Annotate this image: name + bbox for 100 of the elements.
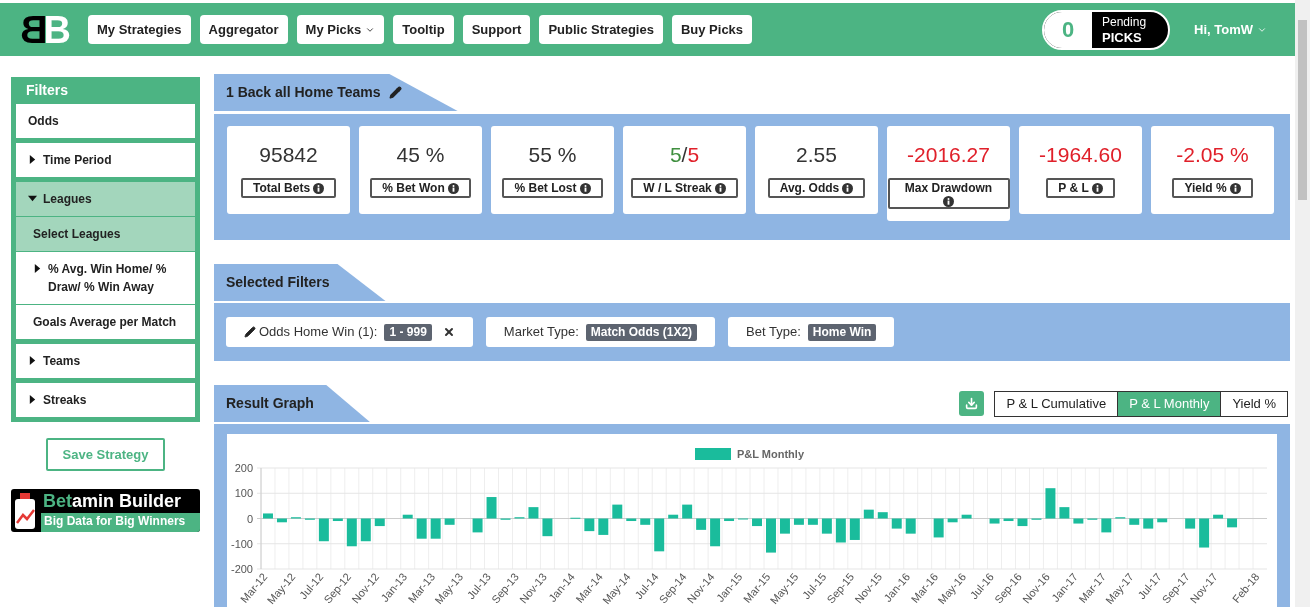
nav-button[interactable]: My Picks — [296, 15, 385, 44]
chart-bar — [849, 518, 860, 540]
chart-bar — [542, 518, 553, 537]
chart-bar — [779, 518, 790, 534]
stat-label[interactable]: P & L — [1046, 178, 1115, 198]
nav-button[interactable]: Public Strategies — [539, 15, 663, 44]
chart-bar — [276, 518, 287, 523]
download-icon — [965, 397, 979, 410]
filter-item[interactable]: Odds — [16, 104, 195, 138]
edit-icon[interactable] — [244, 326, 256, 338]
chart-bar — [835, 518, 846, 543]
filter-item[interactable]: % Avg. Win Home/ % Draw/ % Win Away — [16, 251, 195, 304]
logo[interactable]: BB — [20, 10, 76, 49]
chart-legend[interactable]: P&L Monthly — [695, 448, 804, 460]
chart-bar — [947, 518, 958, 523]
chart-bar — [710, 518, 721, 547]
filter-item[interactable]: Goals Average per Match — [16, 304, 195, 339]
y-axis-label: 100 — [234, 487, 253, 500]
stat-label[interactable]: % Bet Won — [370, 178, 471, 198]
nav-button[interactable]: My Strategies — [88, 15, 191, 44]
info-icon — [714, 182, 726, 194]
filter-label: Odds Home Win (1): — [259, 323, 378, 342]
scrollbar[interactable] — [1295, 0, 1310, 607]
stat-value: 2.55 — [796, 142, 837, 168]
chart-bar — [626, 518, 637, 522]
download-button[interactable] — [959, 391, 985, 416]
chart-bar — [486, 497, 497, 519]
chart-bar — [905, 518, 916, 534]
y-axis-label: -100 — [230, 537, 253, 550]
chart-bar — [598, 518, 609, 535]
filter-chip[interactable]: Odds Home Win (1): 1 - 999 — [226, 317, 473, 347]
caret-right-icon — [28, 395, 37, 404]
y-axis-label: -200 — [230, 563, 253, 575]
chart-bar — [654, 518, 665, 552]
info-icon — [1229, 182, 1241, 194]
info-icon — [447, 182, 459, 194]
stat-value: 95842 — [259, 142, 318, 168]
stat-value: -2016.27 — [907, 142, 990, 168]
info-icon — [579, 182, 591, 194]
chart-bar — [332, 518, 343, 522]
stat-value: -2.05 % — [1176, 142, 1249, 168]
nav-button[interactable]: Aggregator — [199, 15, 288, 44]
chart-bar — [360, 518, 371, 542]
chart-bar — [402, 514, 413, 519]
chart-bar — [807, 518, 818, 525]
stat-value: 5/5 — [669, 142, 700, 168]
chart-bar — [346, 518, 357, 547]
pending-picks-button[interactable]: 0 Pending PICKS — [1042, 9, 1170, 50]
close-icon[interactable] — [442, 326, 455, 338]
chart-bar — [877, 512, 888, 519]
stat-value: 55 % — [528, 142, 577, 168]
legend-label: P&L Monthly — [737, 448, 805, 460]
filter-item[interactable]: Leagues — [16, 182, 195, 216]
nav-button[interactable]: Support — [462, 15, 531, 44]
chart-bar — [724, 518, 735, 522]
chart-bar — [318, 518, 329, 542]
stat-label[interactable]: Total Bets — [240, 178, 337, 198]
info-icon — [313, 182, 325, 194]
filter-item[interactable]: Teams — [16, 344, 195, 378]
chart-bar — [1073, 518, 1084, 524]
nav-button[interactable]: Tooltip — [393, 15, 454, 44]
stat-label[interactable]: W / L Streak — [631, 178, 738, 198]
info-icon — [943, 196, 954, 207]
filter-value: 1 - 999 — [384, 323, 432, 341]
chart-bar — [863, 509, 874, 519]
chart-bar — [821, 518, 832, 534]
edit-icon[interactable] — [388, 86, 402, 99]
filter-item[interactable]: Time Period — [16, 143, 195, 177]
brand-banner[interactable]: Betamin Builder Big Data for Big Winners — [11, 489, 200, 532]
filter-value: Home Win — [807, 323, 877, 341]
brand-tagline: Big Data for Big Winners — [41, 513, 200, 532]
stat-label[interactable]: Yield % — [1172, 178, 1253, 198]
chart-bar — [640, 518, 651, 525]
y-axis-label: 200 — [234, 462, 253, 474]
stat-label[interactable]: Avg. Odds — [767, 178, 866, 198]
filter-item[interactable]: Select Leagues — [16, 216, 195, 251]
chart-bar — [1185, 518, 1196, 529]
filter-chip[interactable]: Market Type: Match Odds (1X2) — [485, 317, 716, 347]
info-icon — [1091, 182, 1103, 194]
chart-bar — [1157, 518, 1168, 523]
chart-bar — [1045, 488, 1056, 519]
nav-button[interactable]: Buy Picks — [671, 15, 753, 44]
chart-bar — [444, 518, 455, 525]
stat-label[interactable]: % Bet Lost — [502, 178, 603, 198]
filter-item[interactable]: Streaks — [16, 383, 195, 417]
stat-label[interactable]: Max Drawdown — [887, 178, 1010, 209]
chart-bar — [1101, 518, 1112, 533]
chart-bar — [472, 518, 483, 533]
caret-right-icon — [28, 155, 37, 164]
strategy-title-tab: 1 Back all Home Teams — [214, 74, 458, 111]
chart-bar — [528, 507, 539, 519]
caret-right-icon — [28, 356, 37, 365]
chart-bar — [374, 518, 385, 527]
chart-bar — [612, 504, 623, 519]
caret-down-icon — [28, 194, 37, 203]
chart-bar — [1129, 518, 1140, 525]
filter-chip[interactable]: Bet Type: Home Win — [728, 317, 895, 347]
chart-bar — [933, 518, 944, 538]
info-icon — [842, 182, 854, 194]
chart-bar — [961, 514, 972, 519]
